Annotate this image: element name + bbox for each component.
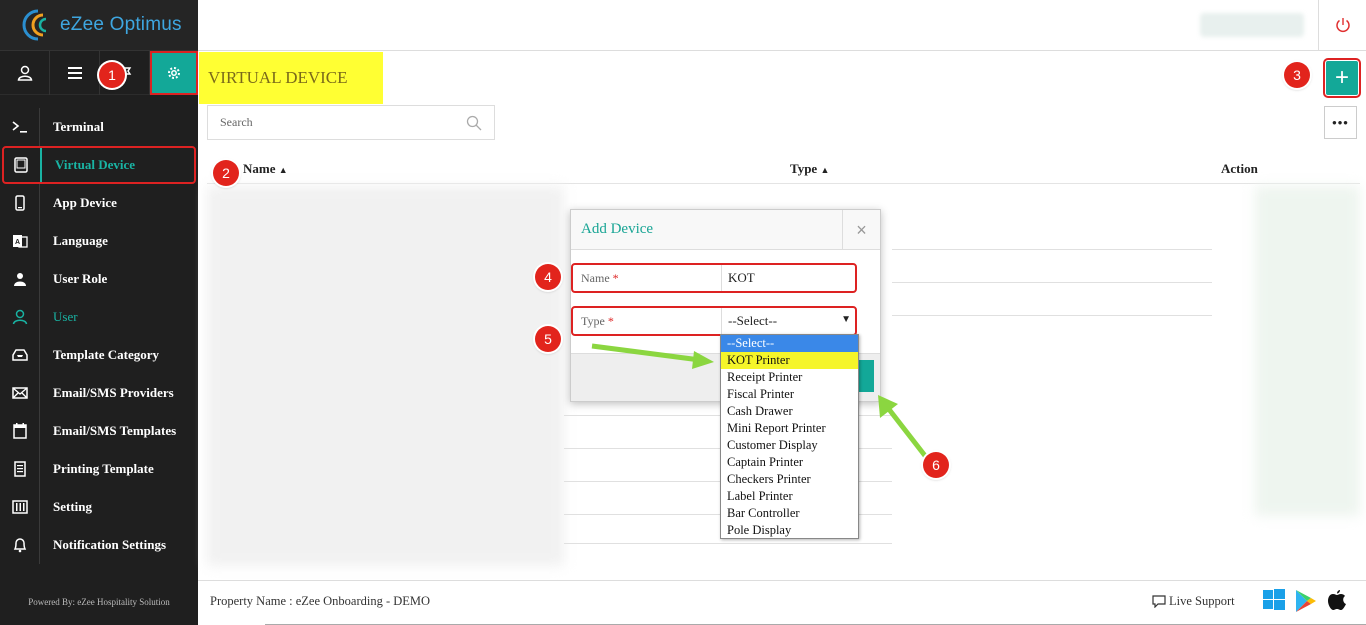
step-marker-1: 1: [99, 62, 125, 88]
step-marker-4: 4: [535, 264, 561, 290]
step-marker-3: 3: [1284, 62, 1310, 88]
step-marker-2: 2: [213, 160, 239, 186]
apple-icon[interactable]: [1327, 589, 1347, 611]
google-play-icon[interactable]: [1295, 589, 1317, 613]
annotation-arrows: [591, 343, 928, 459]
step-marker-6: 6: [923, 452, 949, 478]
step-marker-5: 5: [535, 326, 561, 352]
windows-icon[interactable]: [1263, 589, 1285, 611]
live-support-link[interactable]: Live Support: [1152, 594, 1235, 609]
footer: Property Name : eZee Onboarding - DEMO L…: [198, 580, 1366, 625]
property-name: Property Name : eZee Onboarding - DEMO: [210, 594, 431, 608]
store-links: [1263, 589, 1347, 613]
chat-icon: [1152, 595, 1166, 608]
